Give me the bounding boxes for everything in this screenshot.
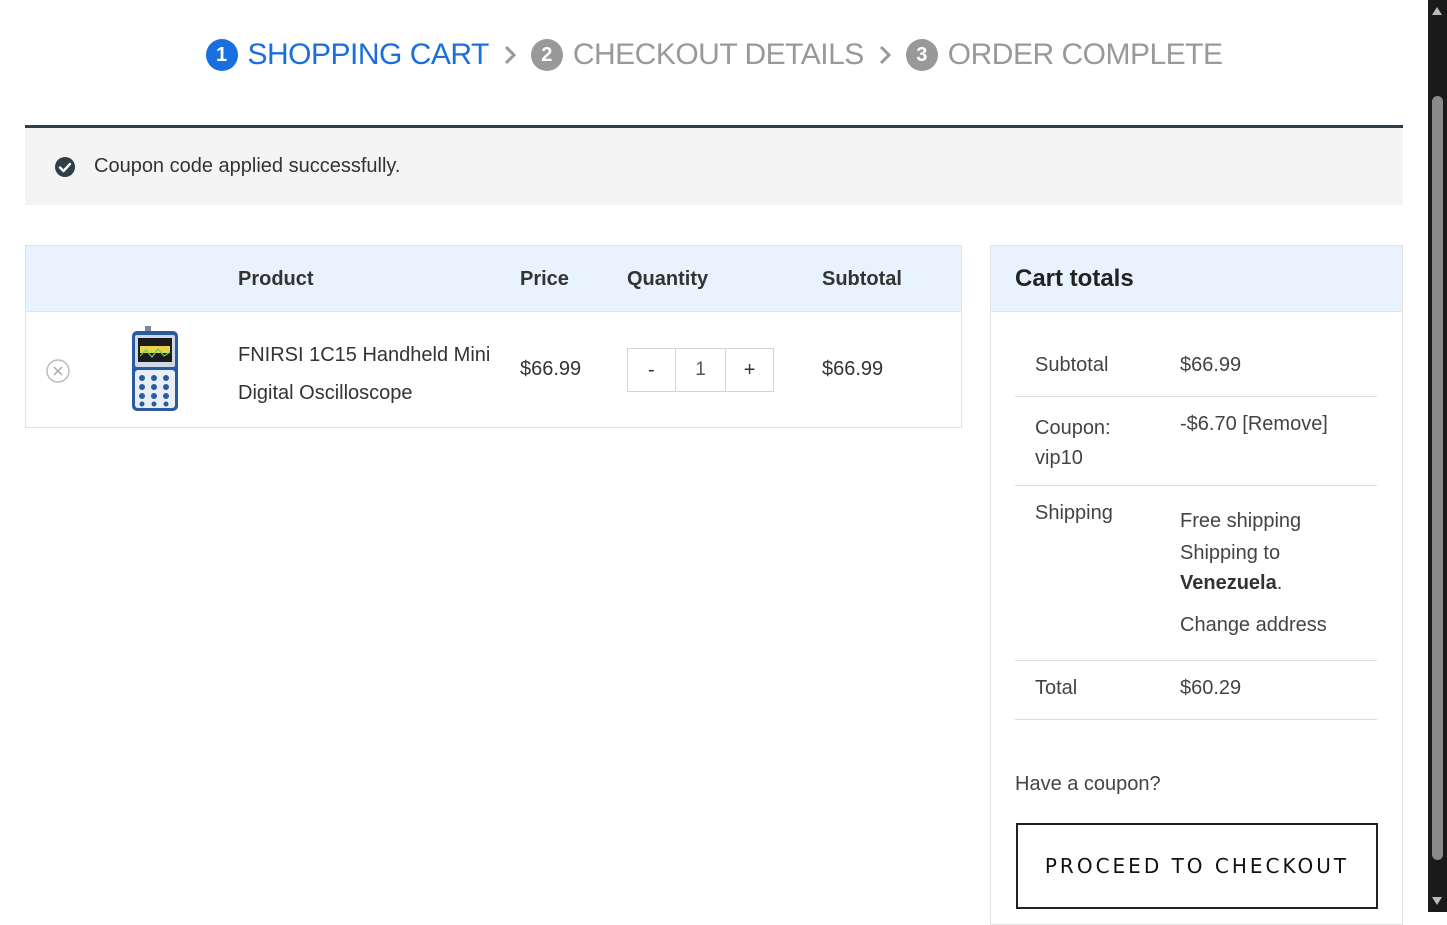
shipping-details: Free shipping Shipping to Venezuela. Cha… bbox=[1180, 504, 1327, 637]
column-header-product: Product bbox=[238, 268, 314, 290]
change-address-link[interactable]: Change address bbox=[1180, 614, 1327, 637]
shipping-label: Shipping bbox=[1035, 502, 1113, 524]
coupon-success-notice: Coupon code applied successfully. bbox=[25, 125, 1403, 205]
step-label: CHECKOUT DETAILS bbox=[572, 38, 864, 71]
cart-totals-title: Cart totals bbox=[1015, 264, 1134, 292]
coupon-discount: -$6.70 bbox=[1180, 413, 1237, 435]
increase-quantity-button[interactable]: + bbox=[726, 349, 773, 391]
shipping-destination-suffix: . bbox=[1276, 572, 1283, 594]
quantity-stepper: - 1 + bbox=[627, 348, 774, 392]
notice-message: Coupon code applied successfully. bbox=[94, 155, 401, 177]
quantity-input[interactable]: 1 bbox=[674, 349, 727, 391]
total-value: $60.29 bbox=[1180, 677, 1242, 699]
shipping-destination: Venezuela. bbox=[1180, 568, 1327, 598]
checkout-steps: 1 SHOPPING CART 2 CHECKOUT DETAILS 3 ORD… bbox=[0, 38, 1428, 72]
check-circle-icon bbox=[54, 156, 76, 178]
coupon-label: Coupon: vip10 bbox=[1035, 413, 1111, 473]
scrollbar[interactable] bbox=[1428, 0, 1447, 912]
coupon-code: vip10 bbox=[1035, 447, 1083, 469]
have-coupon-link[interactable]: Have a coupon? bbox=[1015, 773, 1161, 796]
step-checkout-details[interactable]: 2 CHECKOUT DETAILS bbox=[530, 38, 864, 72]
scroll-up-arrow-icon[interactable] bbox=[1432, 7, 1442, 15]
totals-row-total: Total $60.29 bbox=[1015, 661, 1377, 720]
product-name-link[interactable]: FNIRSI 1C15 Handheld Mini Digital Oscill… bbox=[238, 336, 498, 412]
cart-totals-header: Cart totals bbox=[991, 246, 1402, 312]
product-name-line: FNIRSI 1C15 Handheld Mini bbox=[238, 344, 491, 366]
item-subtotal: $66.99 bbox=[822, 358, 884, 380]
product-thumbnail[interactable] bbox=[129, 326, 179, 417]
step-number: 1 bbox=[205, 39, 238, 71]
coupon-value: -$6.70 [Remove] bbox=[1180, 413, 1328, 436]
product-name-line: Digital Oscilloscope bbox=[238, 382, 413, 404]
totals-row-subtotal: Subtotal $66.99 bbox=[1015, 338, 1377, 397]
cart-item-row: FNIRSI 1C15 Handheld Mini Digital Oscill… bbox=[26, 312, 961, 428]
shipping-destination-prefix: Shipping to bbox=[1180, 542, 1281, 564]
step-label: SHOPPING CART bbox=[247, 38, 490, 71]
chevron-right-icon bbox=[878, 44, 892, 66]
step-number: 3 bbox=[905, 39, 938, 71]
cart-table: Product Price Quantity Subtotal FNIRSI 1… bbox=[25, 245, 962, 428]
totals-row-coupon: Coupon: vip10 -$6.70 [Remove] bbox=[1015, 397, 1377, 486]
proceed-to-checkout-button[interactable]: PROCEED TO CHECKOUT bbox=[1016, 823, 1378, 909]
scroll-down-arrow-icon[interactable] bbox=[1432, 897, 1442, 905]
decrease-quantity-button[interactable]: - bbox=[628, 349, 675, 391]
remove-item-icon[interactable] bbox=[46, 359, 70, 383]
remove-coupon-link[interactable]: [Remove] bbox=[1242, 413, 1328, 435]
step-shopping-cart[interactable]: 1 SHOPPING CART bbox=[205, 38, 490, 72]
step-number: 2 bbox=[530, 39, 563, 71]
subtotal-label: Subtotal bbox=[1035, 354, 1109, 376]
totals-row-shipping: Shipping Free shipping Shipping to Venez… bbox=[1015, 486, 1377, 661]
coupon-label-text: Coupon: bbox=[1035, 417, 1111, 439]
item-price: $66.99 bbox=[520, 358, 582, 380]
scrollbar-thumb[interactable] bbox=[1432, 96, 1443, 860]
cart-totals-panel: Cart totals Subtotal $66.99 Coupon: vip1… bbox=[990, 245, 1403, 925]
total-label: Total bbox=[1035, 677, 1078, 699]
column-header-subtotal: Subtotal bbox=[822, 268, 902, 290]
shipping-method: Free shipping bbox=[1180, 510, 1302, 532]
shipping-country: Venezuela bbox=[1180, 572, 1277, 594]
column-header-price: Price bbox=[520, 268, 569, 290]
cart-table-header: Product Price Quantity Subtotal bbox=[26, 246, 961, 312]
step-order-complete[interactable]: 3 ORDER COMPLETE bbox=[905, 38, 1223, 72]
step-label: ORDER COMPLETE bbox=[947, 38, 1223, 71]
column-header-quantity: Quantity bbox=[627, 268, 709, 290]
subtotal-value: $66.99 bbox=[1180, 354, 1242, 376]
chevron-right-icon bbox=[503, 44, 517, 66]
